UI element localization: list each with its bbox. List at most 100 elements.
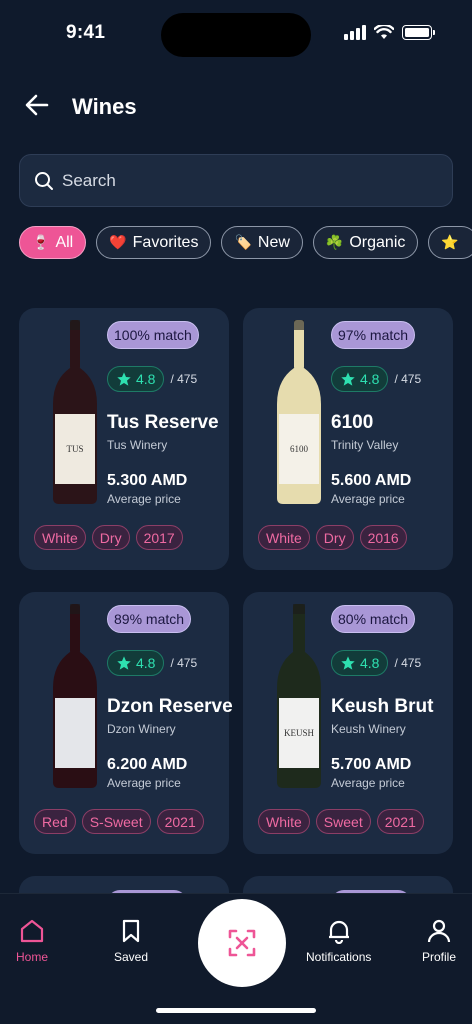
search-input[interactable] [62, 170, 422, 191]
back-button[interactable] [22, 90, 52, 120]
match-badge: 89% match [107, 605, 192, 633]
wine-price: 5.300 AMD [107, 472, 188, 489]
header: Wines [0, 84, 472, 128]
wine-price: 5.700 AMD [331, 756, 412, 773]
wine-name: Tus Reserve [107, 412, 219, 433]
wine-bottle-image: KEUSH [277, 604, 321, 788]
bell-icon [328, 920, 349, 944]
rating-value: 4.8 [360, 655, 380, 671]
rating-count: / 475 [394, 656, 422, 670]
nav-home-label: Home [16, 950, 49, 964]
battery-icon [402, 24, 435, 40]
wine-card[interactable]: 6100 97% match 4.8 / 475 6100 Trinity Valley 5… [243, 308, 453, 570]
match-badge: 97% match [331, 321, 416, 349]
chip-label: Organic [349, 233, 406, 251]
price-label: Average price [107, 776, 181, 790]
wine-tag[interactable]: 2016 [359, 525, 407, 550]
wine-card-partial[interactable] [243, 876, 453, 893]
winery-name: Dzon Winery [107, 722, 176, 736]
rating-pill: 4.8 [331, 650, 389, 676]
rating: 4.8 / 475 [107, 366, 197, 392]
nav-profile[interactable]: Profile [422, 918, 456, 964]
bookmark-icon [122, 919, 140, 943]
price-label: Average price [331, 492, 405, 506]
wine-tags: White Sweet 2021 [258, 809, 424, 834]
bottle-label-text: TUS [66, 444, 83, 454]
price-label: Average price [331, 776, 405, 790]
star-icon [117, 656, 131, 670]
winery-name: Trinity Valley [331, 438, 399, 452]
status-bar: 9:41 [0, 0, 472, 70]
wine-tags: Red S-Sweet 2021 [34, 809, 204, 834]
dynamic-island [161, 13, 311, 57]
nav-home[interactable]: Home [16, 918, 48, 964]
wine-tag[interactable]: S-Sweet [81, 809, 151, 834]
rating: 4.8 / 475 [331, 366, 421, 392]
wine-tag[interactable]: Dry [91, 525, 130, 550]
wine-name: 6100 [331, 412, 374, 433]
match-badge: 100% match [107, 321, 199, 349]
wine-tag[interactable]: 2017 [135, 525, 183, 550]
match-badge: 80% match [331, 605, 416, 633]
nav-profile-label: Profile [422, 950, 457, 964]
wine-tag[interactable]: White [34, 525, 86, 550]
chip-new[interactable]: 🏷️ New [221, 226, 303, 259]
wine-tag[interactable]: White [258, 809, 310, 834]
status-time: 9:41 [66, 22, 106, 43]
wine-card-partial[interactable] [19, 876, 229, 893]
wine-tag[interactable]: 2021 [376, 809, 424, 834]
bottom-navigation: Home Saved Notifications Profile [0, 893, 472, 1024]
rating-count: / 475 [170, 372, 198, 386]
nav-saved[interactable]: Saved [114, 918, 148, 964]
chip-label: All [55, 233, 74, 251]
cellular-signal-icon [344, 24, 366, 40]
status-icons [344, 24, 435, 40]
wine-name: Dzon Reserve [107, 696, 233, 717]
wine-tag[interactable]: Sweet [315, 809, 371, 834]
wine-glass-icon: 🍷 [32, 234, 50, 250]
star-icon [341, 372, 355, 386]
rating: 4.8 / 475 [107, 650, 197, 676]
wine-price: 5.600 AMD [331, 472, 412, 489]
scan-icon [228, 929, 256, 957]
chip-favorites[interactable]: ❤️ Favorites [96, 226, 212, 259]
shamrock-icon: ☘️ [325, 234, 344, 250]
search-bar[interactable] [19, 154, 453, 207]
heart-icon: ❤️ [109, 234, 127, 250]
wine-name: Keush Brut [331, 696, 434, 717]
rating: 4.8 / 475 [331, 650, 421, 676]
wine-tags: White Dry 2016 [258, 525, 407, 550]
wine-tag[interactable]: Red [34, 809, 76, 834]
wine-tags: White Dry 2017 [34, 525, 183, 550]
rating-count: / 475 [394, 372, 422, 386]
wine-grid: TUS 100% match 4.8 / 475 Tus Reserve Tus Wine… [19, 308, 453, 893]
nav-saved-label: Saved [114, 950, 149, 964]
chip-organic[interactable]: ☘️ Organic [312, 226, 419, 259]
wine-bottle-image: 6100 [277, 320, 321, 504]
star-icon: ⭐ [441, 234, 459, 250]
rating-value: 4.8 [360, 371, 380, 387]
star-icon [341, 656, 355, 670]
wine-tag[interactable]: 2021 [156, 809, 204, 834]
wine-tag[interactable]: Dry [315, 525, 354, 550]
winery-name: Tus Winery [107, 438, 168, 452]
bottle-label-text: KEUSH [284, 728, 315, 738]
chip-all[interactable]: 🍷 All [19, 226, 87, 259]
page-title: Wines [72, 94, 137, 119]
arrow-left-icon [25, 94, 49, 116]
home-icon [20, 919, 44, 943]
chip-starred[interactable]: ⭐ [428, 226, 472, 259]
rating-pill: 4.8 [331, 366, 389, 392]
wine-card[interactable]: 89% match 4.8 / 475 Dzon Reserve Dzon Winery… [19, 592, 233, 854]
wine-tag[interactable]: White [258, 525, 310, 550]
wine-card[interactable]: KEUSH 80% match 4.8 / 475 Keush Brut Keush Wi… [243, 592, 453, 854]
chip-label: Favorites [132, 233, 199, 251]
rating-value: 4.8 [136, 655, 156, 671]
wifi-icon [374, 24, 394, 39]
nav-notifications[interactable]: Notifications [306, 918, 371, 964]
tag-icon: 🏷️ [234, 234, 252, 250]
wine-card[interactable]: TUS 100% match 4.8 / 475 Tus Reserve Tus Wine… [19, 308, 229, 570]
scan-button[interactable] [198, 899, 286, 987]
nav-notifications-label: Notifications [306, 950, 372, 964]
wine-price: 6.200 AMD [107, 756, 188, 773]
